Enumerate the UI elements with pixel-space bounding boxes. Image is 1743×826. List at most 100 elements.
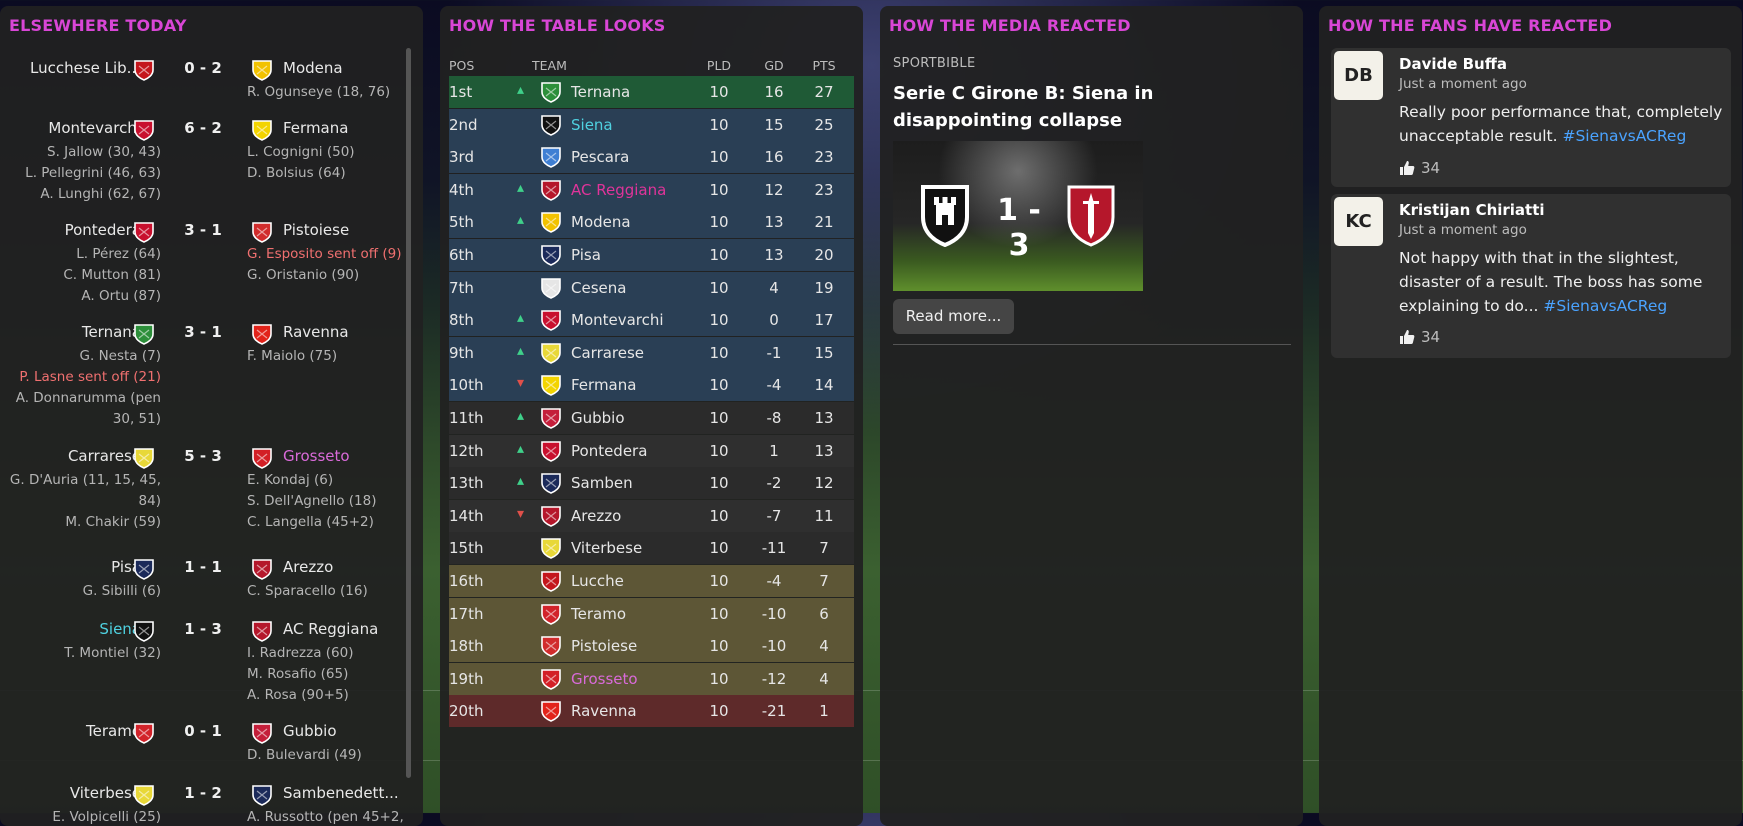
crest-teramo-icon [133, 722, 155, 744]
home-team-name[interactable]: Carrarese [0, 447, 141, 465]
table-row[interactable]: 3rd Pescara 10 16 23 [449, 141, 854, 174]
table-row[interactable]: 8th ▴ Montevarchi 10 0 17 [449, 304, 854, 337]
fan-name[interactable]: Davide Buffa [1399, 55, 1507, 73]
team-name[interactable]: Siena [571, 116, 613, 134]
team-name[interactable]: Pescara [571, 148, 629, 166]
team-name[interactable]: Samben [571, 474, 633, 492]
points: 4 [819, 637, 829, 656]
home-team-name[interactable]: Pontedera [0, 221, 141, 239]
arrow-up-icon: ▴ [517, 82, 525, 98]
team-name[interactable]: Carrarese [571, 344, 644, 362]
table-row[interactable]: 9th ▴ Carrarese 10 -1 15 [449, 336, 854, 369]
table-row[interactable]: 5th ▴ Modena 10 13 21 [449, 206, 854, 239]
read-more-button[interactable]: Read more... [893, 299, 1014, 334]
team-crest-icon [540, 505, 562, 527]
played: 10 [709, 83, 729, 101]
played: 10 [709, 115, 729, 134]
team-name[interactable]: Fermana [571, 376, 636, 394]
played: 10 [709, 539, 729, 558]
col-header-team[interactable]: TEAM [532, 58, 567, 73]
like-button[interactable]: 34 [1399, 159, 1440, 177]
col-header-pld[interactable]: PLD [699, 58, 739, 73]
like-button[interactable]: 34 [1399, 328, 1440, 346]
score: 5 - 3 [184, 447, 222, 465]
position: 13th [449, 474, 484, 493]
team-name[interactable]: Montevarchi [571, 311, 664, 329]
crest-siena-icon [133, 620, 155, 642]
team-name[interactable]: Ternana [571, 83, 630, 101]
team-name[interactable]: Grosseto [571, 670, 638, 688]
score: 3 - 1 [184, 221, 222, 239]
team-name[interactable]: Pistoiese [571, 637, 637, 655]
points: 20 [814, 246, 834, 264]
col-header-pts[interactable]: PTS [804, 58, 844, 73]
post-text: Not happy with that in the slightest, di… [1399, 246, 1729, 318]
crest-gubbio-icon [251, 722, 273, 744]
team-name[interactable]: Cesena [571, 279, 626, 297]
away-team-name[interactable]: Gubbio [283, 722, 337, 740]
col-header-gd[interactable]: GD [754, 58, 794, 73]
away-team-name[interactable]: Ravenna [283, 323, 349, 341]
table-row[interactable]: 13th ▴ Samben 10 -2 12 [449, 467, 854, 500]
away-team-name[interactable]: Pistoiese [283, 221, 349, 239]
team-name[interactable]: Arezzo [571, 507, 621, 525]
table-row[interactable]: 6th Pisa 10 13 20 [449, 239, 854, 271]
team-name[interactable]: Lucche [571, 572, 624, 590]
home-team-name[interactable]: Siena [0, 620, 141, 638]
table-row[interactable]: 19th Grosseto 10 -12 4 [449, 662, 854, 695]
table-row[interactable]: 16th Lucche 10 -4 7 [449, 565, 854, 597]
team-name[interactable]: Modena [571, 213, 631, 231]
played: 10 [709, 278, 729, 297]
table-row[interactable]: 20th Ravenna 10 -21 1 [449, 695, 854, 728]
away-team-name[interactable]: Modena [283, 59, 343, 77]
table-row[interactable]: 4th ▴ AC Reggiana 10 12 23 [449, 173, 854, 206]
table-row[interactable]: 15th Viterbese 10 -11 7 [449, 532, 854, 565]
table-row[interactable]: 7th Cesena 10 4 19 [449, 271, 854, 304]
crest-fermana-icon [251, 119, 273, 141]
team-name[interactable]: Viterbese [571, 539, 642, 557]
team-name[interactable]: Ravenna [571, 702, 637, 720]
team-name[interactable]: Pisa [571, 246, 601, 264]
team-name[interactable]: Pontedera [571, 442, 647, 460]
team-name[interactable]: Gubbio [571, 409, 625, 427]
position: 4th [449, 180, 474, 199]
table-row[interactable]: 10th ▾ Fermana 10 -4 14 [449, 369, 854, 402]
played: 10 [709, 376, 729, 395]
home-team-name[interactable]: Lucchese Lib... [0, 59, 141, 77]
home-team-name[interactable]: Viterbese [0, 784, 141, 802]
away-team-name[interactable]: Sambenedett... [283, 784, 399, 802]
table-row[interactable]: 17th Teramo 10 -10 6 [449, 597, 854, 630]
home-team-name[interactable]: Montevarchi [0, 119, 141, 137]
crest-reggiana-icon [251, 620, 273, 642]
col-header-pos[interactable]: POS [449, 58, 474, 73]
team-name[interactable]: AC Reggiana [571, 181, 666, 199]
goal-difference: 16 [764, 83, 784, 101]
table-row[interactable]: 12th ▴ Pontedera 10 1 13 [449, 434, 854, 467]
home-team-name[interactable]: Teramo [0, 722, 141, 740]
table-row[interactable]: 18th Pistoiese 10 -10 4 [449, 630, 854, 663]
team-name[interactable]: Teramo [571, 605, 626, 623]
scrollbar[interactable] [406, 48, 411, 778]
table-row[interactable]: 14th ▾ Arezzo 10 -7 11 [449, 499, 854, 532]
home-scorer: 30, 51) [112, 411, 161, 427]
news-headline[interactable]: Serie C Girone B: Siena in disappointing… [893, 80, 1293, 134]
away-team-name[interactable]: Grosseto [283, 447, 350, 465]
played: 10 [709, 409, 729, 427]
hashtag-link[interactable]: #SienavsACReg [1562, 127, 1686, 145]
points: 13 [814, 441, 834, 460]
hashtag-link[interactable]: #SienavsACReg [1543, 297, 1667, 315]
table-row[interactable]: 1st ▴ Ternana 10 16 27 [449, 76, 854, 108]
home-team-name[interactable]: Ternana [0, 323, 141, 341]
table-row[interactable]: 2nd Siena 10 15 25 [449, 108, 854, 141]
team-crest-icon [540, 700, 562, 723]
fan-name[interactable]: Kristijan Chiriatti [1399, 201, 1545, 219]
news-thumbnail[interactable]: 1 - 3 [893, 141, 1143, 291]
home-team-name[interactable]: Pisa [0, 558, 141, 576]
position: 20th [449, 702, 484, 721]
away-team-name[interactable]: Fermana [283, 119, 348, 137]
away-team-name[interactable]: Arezzo [283, 558, 333, 576]
away-scorer: D. Bulevardi (49) [247, 747, 362, 763]
table-row[interactable]: 11th ▴ Gubbio 10 -8 13 [449, 402, 854, 434]
away-team-name[interactable]: AC Reggiana [283, 620, 378, 638]
points: 17 [814, 311, 834, 330]
